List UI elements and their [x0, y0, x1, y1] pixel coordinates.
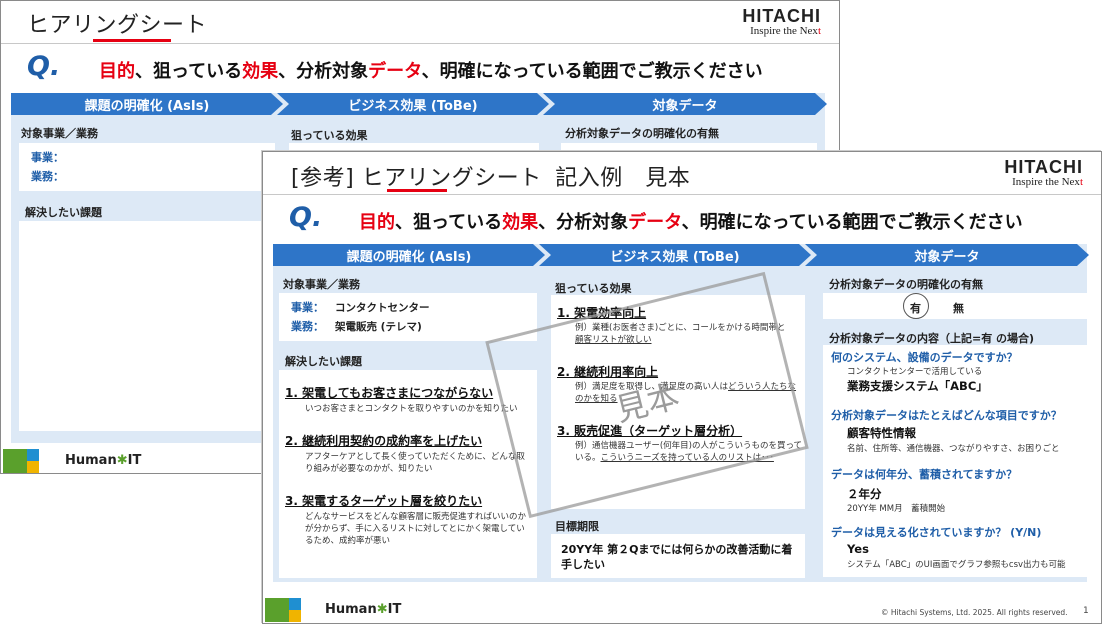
biz-label: 事業： — [291, 301, 324, 314]
biz-value: コンタクトセンター — [335, 302, 430, 314]
data-content-label: 分析対象データの内容（上記=有 の場合) — [829, 332, 1035, 345]
chevron-data: 対象データ — [543, 93, 827, 115]
chevron-asis: 課題の明確化 (AsIs) — [11, 93, 283, 115]
logo-wordmark: HITACHI — [1004, 157, 1083, 177]
q-mark: Q. — [27, 51, 61, 82]
hitachi-logo: HITACHI Inspire the Next — [742, 7, 821, 38]
issue-3-title: 3. 架電するターゲット層を絞りたい — [285, 494, 483, 508]
title-underline — [93, 39, 171, 42]
issue-box[interactable] — [19, 221, 275, 431]
back-slide-title: ヒアリングシート — [27, 13, 208, 38]
logo-tagline: Inspire the Next — [750, 25, 821, 37]
header-rule — [1, 43, 839, 44]
target-business-label: 対象事業／業務 — [21, 127, 98, 140]
page-number: 1 — [1083, 606, 1089, 616]
chevron-tobe: ビジネス効果 (ToBe) — [277, 93, 549, 115]
qa-4-note: システム「ABC」のUI画面でグラフ参照もcsv出力も可能 — [847, 560, 1066, 570]
qa-4-answer: Yes — [847, 542, 869, 556]
qa-1-question: 何のシステム、設備のデータですか？ — [831, 351, 1018, 364]
qa-3-answer: ２年分 — [847, 487, 882, 501]
deadline-label: 目標期限 — [555, 520, 599, 533]
brand-square-green — [265, 598, 289, 622]
brand-square-green — [3, 449, 27, 473]
qa-2-question: 分析対象データはたとえばどんな項目ですか？ — [831, 409, 1062, 422]
qa-2-answer: 顧客特性情報 — [847, 426, 916, 440]
copyright: © Hitachi Systems, Ltd. 2025. All rights… — [881, 608, 1068, 617]
qa-1-answer: 業務支援システム「ABC」 — [847, 379, 988, 393]
issue-label: 解決したい課題 — [25, 206, 102, 219]
question-text: 目的、狙っている効果、分析対象データ、明確になっている範囲でご教示ください — [99, 61, 763, 82]
qa-2-note: 名前、住所等、通信機器、つながりやすさ、お困りごと — [847, 444, 1060, 454]
logo-tagline: Inspire the Next — [1012, 176, 1083, 188]
header-rule — [263, 194, 1101, 195]
chevron-data: 対象データ — [805, 244, 1089, 266]
title-underline — [387, 189, 447, 192]
biz-label: 事業： — [31, 151, 64, 164]
deadline-value: 20YY年 第２Qまでには何らかの改善活動に着手したい — [561, 543, 793, 571]
q-mark: Q. — [289, 202, 323, 233]
brand-square-blue — [289, 598, 301, 610]
hitachi-logo: HITACHI Inspire the Next — [1004, 158, 1083, 189]
question-text: 目的、狙っている効果、分析対象データ、明確になっている範囲でご教示ください — [359, 212, 1023, 233]
work-value: 架電販売 (テレマ) — [335, 321, 422, 333]
issue-2-desc: アフターケアとして長く使っていただくために、どんな取り組みが必要なのかが、知りた… — [305, 452, 525, 474]
front-slide-title: [参考] ヒアリングシート 記入例 見本 — [291, 166, 691, 191]
front-slide: [参考] ヒアリングシート 記入例 見本 HITACHI Inspire the… — [262, 151, 1102, 624]
issue-2-title: 2. 継続利用契約の成約率を上げたい — [285, 434, 483, 448]
issue-1-desc: いつお客さまとコンタクトを取りやすいのかを知りたい — [305, 404, 518, 414]
brand-square-yellow — [27, 461, 39, 473]
data-clarity-label: 分析対象データの明確化の有無 — [829, 278, 983, 291]
footer-brand: Human✱IT — [65, 453, 142, 468]
effect-label: 狙っている効果 — [291, 129, 368, 142]
qa-3-question: データは何年分、蓄積されてますか？ — [831, 468, 1018, 481]
option-no[interactable]: 無 — [953, 300, 964, 316]
brand-square-yellow — [289, 610, 301, 622]
qa-1-note: コンタクトセンターで活用している — [847, 367, 983, 377]
issue-1-title: 1. 架電してもお客さまにつながらない — [285, 386, 494, 400]
qa-3-note: 20YY年 MM月 蓄積開始 — [847, 504, 946, 514]
brand-square-blue — [27, 449, 39, 461]
work-label: 業務： — [291, 320, 324, 333]
issue-3-desc: どんなサービスをどんな顧客層に販売促進すればいいのかが分からず、手に入るリストに… — [305, 512, 527, 546]
data-clarity-label: 分析対象データの明確化の有無 — [565, 127, 719, 140]
logo-wordmark: HITACHI — [742, 6, 821, 26]
work-label: 業務： — [31, 170, 64, 183]
chevron-asis: 課題の明確化 (AsIs) — [273, 244, 545, 266]
issue-label: 解決したい課題 — [285, 355, 362, 368]
qa-4-question: データは見える化されていますか？ (Y/N) — [831, 526, 1042, 539]
option-yes[interactable]: 有 — [910, 300, 921, 316]
footer-brand: Human✱IT — [325, 602, 402, 617]
effect-label: 狙っている効果 — [555, 282, 632, 295]
target-business-label: 対象事業／業務 — [283, 278, 360, 291]
chevron-tobe: ビジネス効果 (ToBe) — [539, 244, 811, 266]
